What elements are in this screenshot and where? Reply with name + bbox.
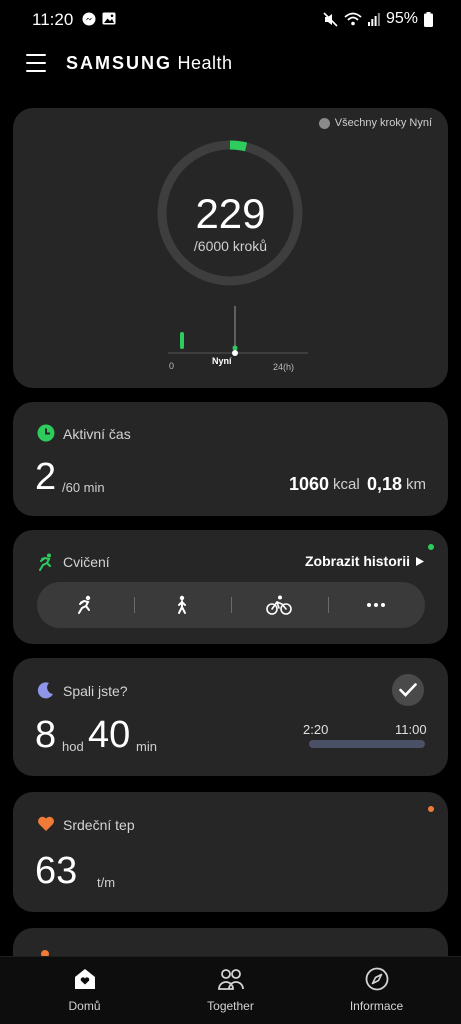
sleep-card[interactable]: Spali jste? 8 hod 40 min 2:20 11:00 [13,658,448,776]
exercise-title: Cvičení [63,554,110,570]
heart-rate-title: Srdeční tep [63,817,135,833]
kcal-value: 1060 [289,474,330,494]
app-bar: SAMSUNG Health [0,44,461,84]
clock-icon [37,424,55,442]
status-bar: 11:20 95% [0,0,461,40]
app-logo: SAMSUNG Health [66,53,233,73]
exercise-more-button[interactable] [328,582,424,628]
nav-together[interactable]: Together [154,957,307,1024]
nav-home[interactable]: Domů [8,957,161,1024]
exercise-card[interactable]: Cvičení Zobrazit historii [13,530,448,644]
walking-icon [178,595,186,614]
exercise-walking-button[interactable] [134,582,230,628]
cycling-icon [266,595,292,615]
timeline-end-label: 24(h) [273,362,295,372]
play-arrow-icon [416,556,424,566]
timeline-bar [180,332,184,349]
compass-icon [365,967,388,991]
exercise-cycling-button[interactable] [231,582,327,628]
sleep-hours: 8 [35,714,57,756]
steps-source-tag[interactable]: Všechny kroky Nyní [318,117,432,129]
sleep-title: Spali jste? [63,683,128,699]
steps-count: 229 [195,190,266,237]
running-icon [78,595,91,614]
signal-icon [367,13,380,26]
notification-dot [428,544,434,550]
wifi-icon [344,12,362,26]
active-time-unit: /60 min [62,480,105,495]
heart-rate-card[interactable]: Srdeční tep 63 t/m [13,792,448,912]
heart-icon [38,816,54,831]
notification-dot [428,806,434,812]
hamburger-menu-icon[interactable] [26,54,46,72]
exercise-quick-bar [37,582,425,628]
distance-unit: km [406,476,426,493]
sleep-duration-bar [309,740,425,748]
moon-icon [37,682,53,699]
heart-rate-unit: t/m [97,875,116,890]
show-history-button[interactable]: Zobrazit historii [305,553,424,569]
distance-value: 0,18 [367,474,403,494]
steps-goal: /6000 kroků [193,238,268,254]
more-icon [367,603,385,607]
sleep-end-time: 11:00 [395,722,427,737]
steps-card[interactable]: Všechny kroky Nyní 229 /6000 kroků 0 Nyn… [13,108,448,388]
sleep-minutes-unit: min [136,739,157,754]
now-marker [232,350,238,356]
kcal-unit: kcal [333,476,360,493]
timeline-now-label: Nyní [212,356,232,366]
timeline-start-label: 0 [169,361,175,371]
timeline-bar-now [232,345,238,351]
bottom-navigation: Domů Together Informace [0,956,461,1024]
steps-timeline-chart [168,306,308,356]
active-time-title: Aktivní čas [63,426,131,442]
active-time-card[interactable]: Aktivní čas 2 /60 min 1060 kcal 0,18 km [13,402,448,516]
gallery-icon [102,12,116,25]
home-icon [74,969,95,989]
checkmark-icon [399,683,417,697]
status-time: 11:20 [32,10,74,29]
nav-informace[interactable]: Informace [300,957,453,1024]
heart-rate-value: 63 [35,850,78,892]
active-time-value: 2 [35,456,57,498]
exercise-running-button[interactable] [37,582,133,628]
sleep-start-time: 2:20 [303,722,329,737]
battery-icon [424,11,433,27]
sleep-hours-unit: hod [62,739,84,754]
battery-percent: 95% [385,10,418,27]
running-figure-icon [39,553,51,571]
together-icon [217,969,244,990]
mute-icon [323,11,338,27]
sleep-minutes: 40 [88,714,131,756]
messenger-icon [82,12,96,26]
confirm-sleep-button[interactable] [392,674,424,706]
source-icon [318,117,330,129]
